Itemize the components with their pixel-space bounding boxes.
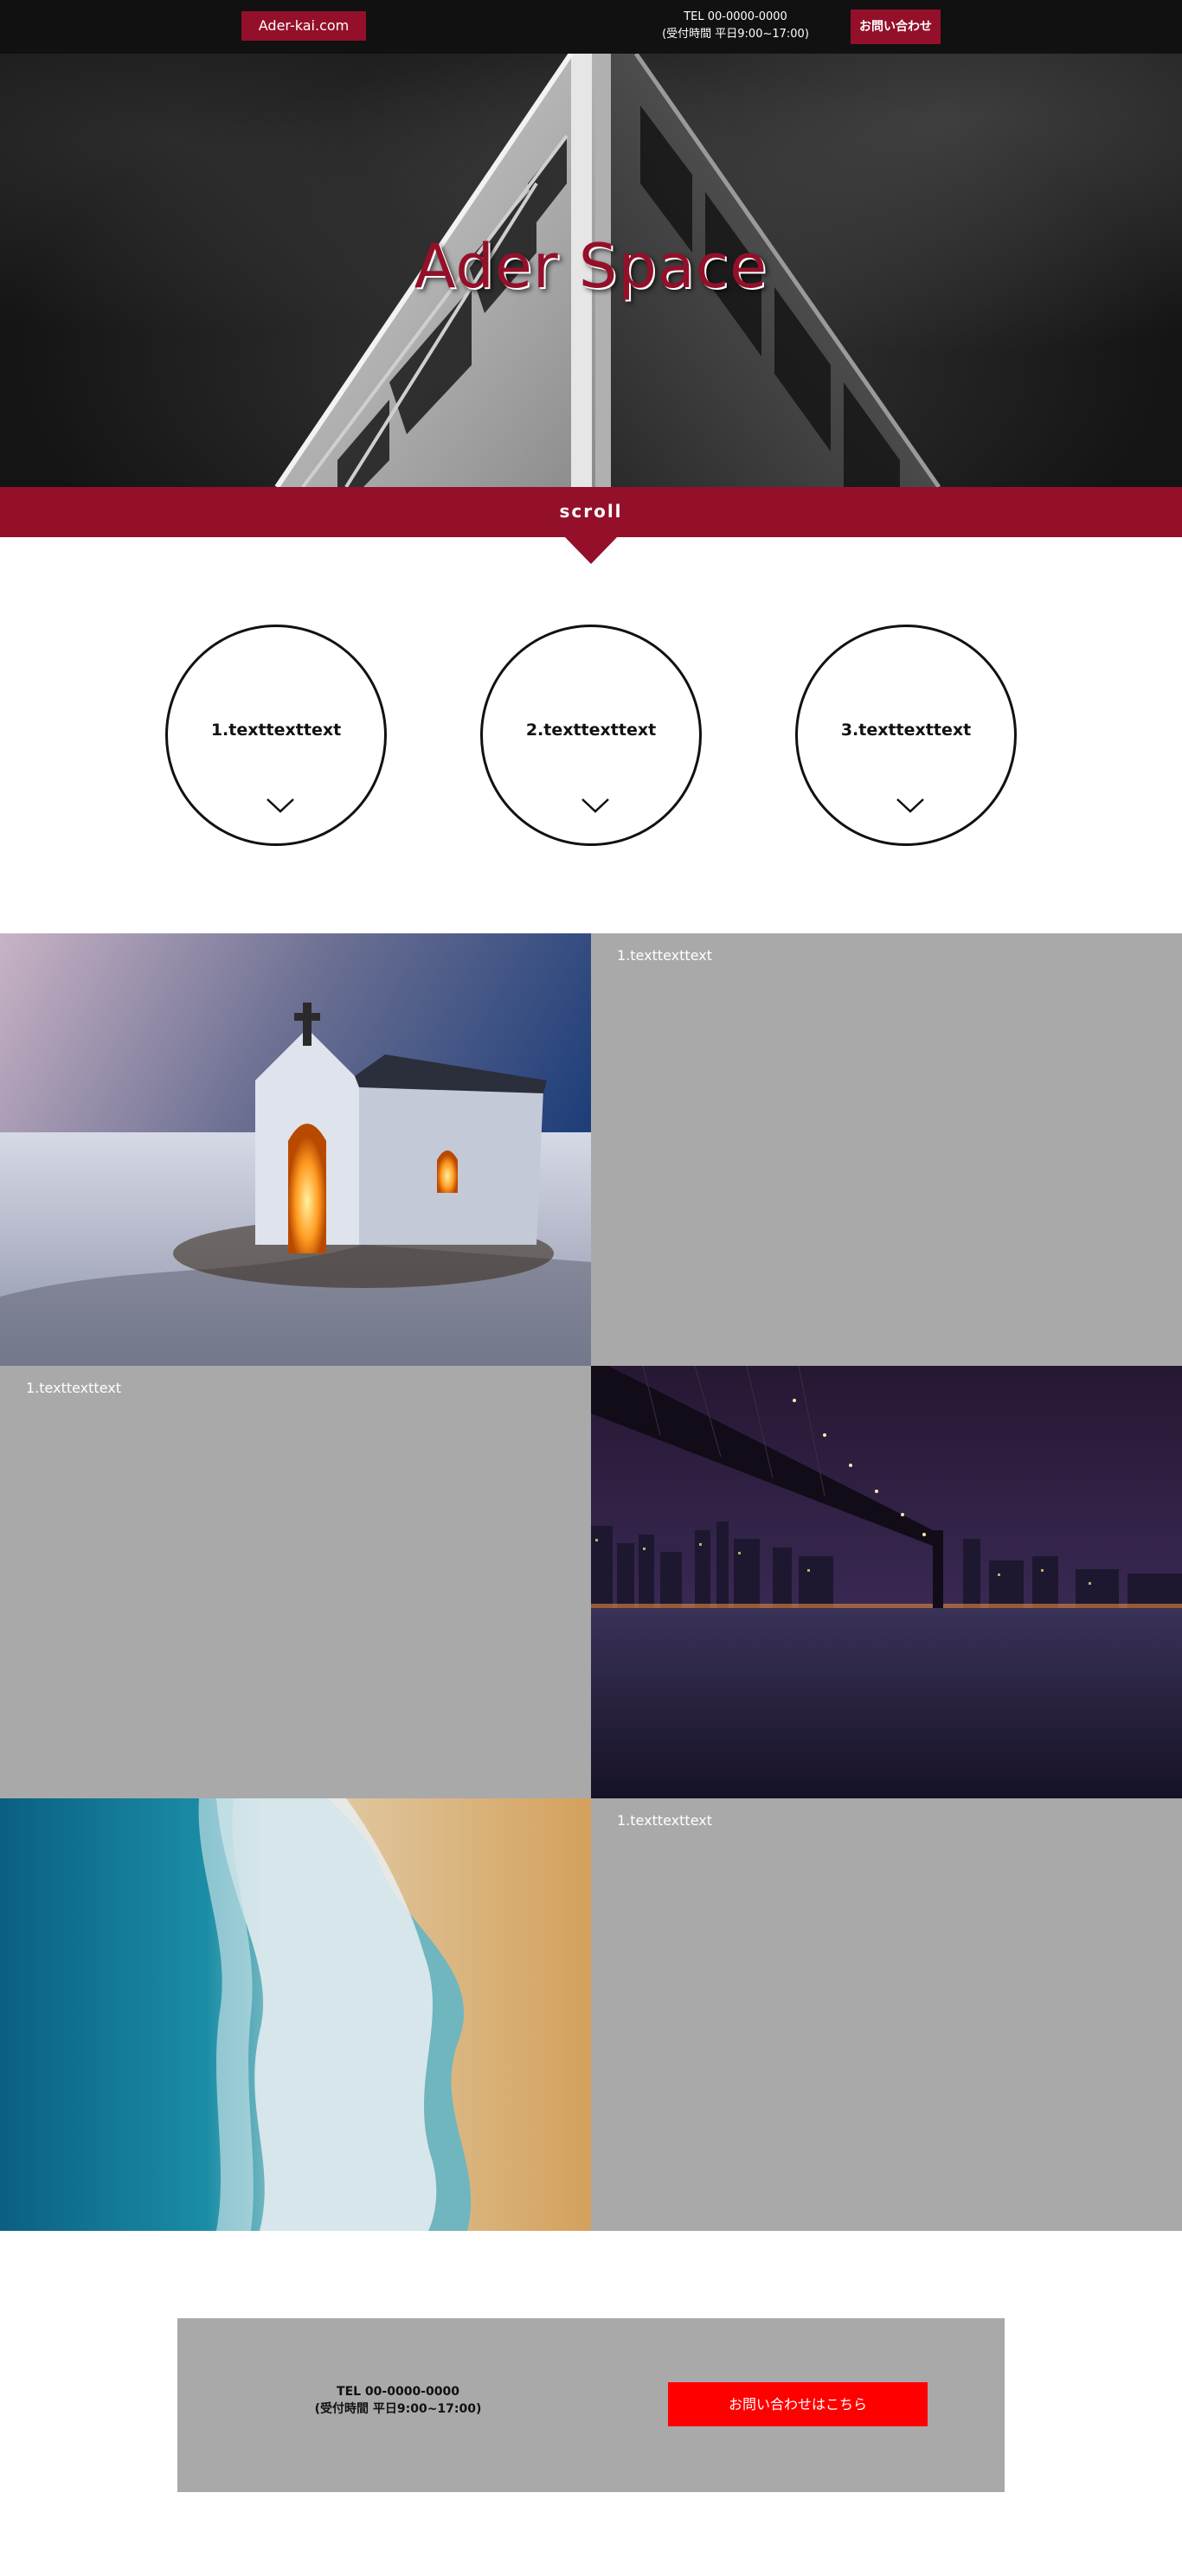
header-bar: Ader-kai.com TEL 00-0000-0000 (受付時間 平日9:… (0, 0, 1182, 54)
circle-link-2[interactable]: 2.texttexttext (480, 625, 702, 846)
circle-label: 1.texttexttext (210, 721, 342, 740)
chevron-down-icon (267, 798, 294, 813)
contact-cta-button[interactable]: お問い合わせはこちら (668, 2382, 928, 2426)
text-panel-3: 1.texttexttext (591, 1798, 1182, 2231)
scroll-down-arrow-icon (564, 536, 618, 564)
header-hours: (受付時間 平日9:00~17:00) (662, 28, 809, 41)
circle-label: 2.texttexttext (525, 721, 657, 740)
panel-label: 1.texttexttext (26, 1380, 121, 1396)
header-tel: TEL 00-0000-0000 (684, 10, 787, 23)
scroll-label: scroll (559, 501, 623, 522)
chapel-image (0, 933, 591, 1366)
circle-link-3[interactable]: 3.texttexttext (795, 625, 1017, 846)
cta-contact-info: TEL 00-0000-0000 (受付時間 平日9:00~17:00) (290, 2383, 506, 2418)
contact-cta-box: TEL 00-0000-0000 (受付時間 平日9:00~17:00) お問い… (177, 2318, 1005, 2492)
brand-logo-link[interactable]: Ader-kai.com (241, 11, 366, 41)
chevron-down-icon (896, 798, 924, 813)
scroll-band[interactable]: scroll (0, 487, 1182, 537)
beach-aerial-image (0, 1798, 591, 2231)
cta-tel: TEL 00-0000-0000 (337, 2385, 459, 2399)
circle-label: 3.texttexttext (840, 721, 972, 740)
contact-button[interactable]: お問い合わせ (851, 10, 941, 44)
header-contact-info: TEL 00-0000-0000 (受付時間 平日9:00~17:00) (640, 9, 831, 43)
text-panel-1: 1.texttexttext (591, 933, 1182, 1366)
text-panel-2: 1.texttexttext (0, 1366, 591, 1798)
cta-hours: (受付時間 平日9:00~17:00) (314, 2402, 482, 2416)
hero-banner: Ader Space (0, 54, 1182, 487)
circle-link-1[interactable]: 1.texttexttext (165, 625, 387, 846)
hero-title: Ader Space (414, 231, 768, 302)
bridge-city-image (591, 1366, 1182, 1798)
panel-label: 1.texttexttext (617, 947, 712, 964)
chevron-down-icon (581, 798, 609, 813)
panel-label: 1.texttexttext (617, 1812, 712, 1829)
